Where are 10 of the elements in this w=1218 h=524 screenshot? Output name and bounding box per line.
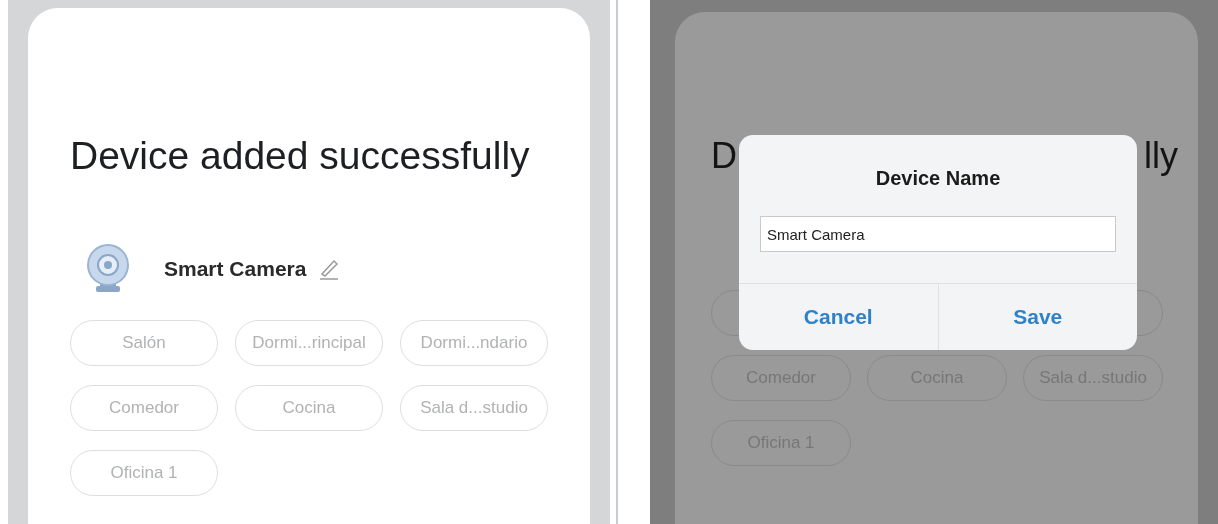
cancel-button[interactable]: Cancel bbox=[739, 284, 938, 350]
screen-title: lly bbox=[1144, 134, 1178, 178]
pencil-icon[interactable] bbox=[318, 258, 341, 280]
dialog-title: Device Name bbox=[875, 167, 1001, 190]
screen-title: D bbox=[711, 134, 737, 178]
name-input[interactable]: Smart Camera bbox=[760, 216, 1116, 252]
device-name: Smart Camera bbox=[164, 257, 307, 281]
camera-icon bbox=[86, 244, 130, 294]
screen-title: Device added successfully bbox=[70, 133, 531, 179]
save-button[interactable]: Save bbox=[937, 284, 1137, 350]
